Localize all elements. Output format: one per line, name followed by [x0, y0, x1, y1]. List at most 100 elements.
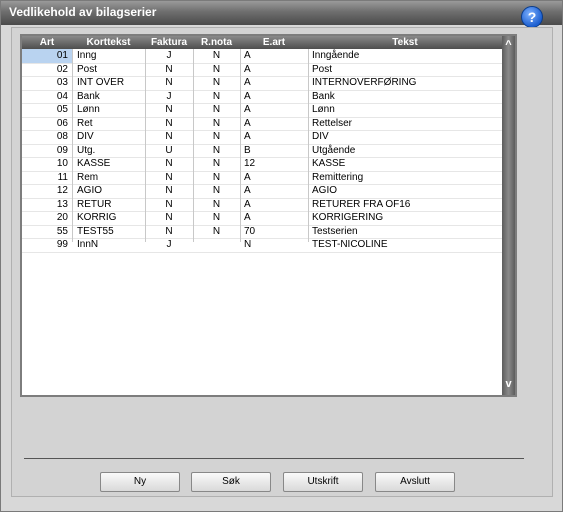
cell-art: 99: [56, 239, 68, 250]
table-row[interactable]: 04 Bank J N A Bank: [22, 90, 502, 104]
cell-rnota: N: [212, 90, 221, 102]
cell-eart: 12: [244, 158, 256, 169]
column-header-tekst[interactable]: Tekst: [308, 36, 502, 49]
table-row[interactable]: 06 Ret N N A Rettelser: [22, 117, 502, 131]
cell-art: 13: [56, 198, 68, 210]
cell-tekst: Testserien: [312, 225, 358, 237]
cell-tekst: KASSE: [312, 158, 346, 169]
cell-eart: A: [244, 104, 251, 115]
table-row[interactable]: 09 Utg. U N B Utgående: [22, 144, 502, 158]
table-row[interactable]: 01 Inng J N A Inngående: [22, 49, 502, 63]
window: Vedlikehold av bilagserier ? Art Korttek…: [0, 0, 563, 512]
column-header-korttekst[interactable]: Korttekst: [72, 36, 145, 49]
print-button[interactable]: Utskrift: [283, 472, 363, 492]
table-row[interactable]: 02 Post N N A Post: [22, 63, 502, 77]
cell-art: 09: [56, 144, 68, 156]
close-button[interactable]: Avslutt: [375, 472, 455, 492]
column-divider: [193, 49, 194, 242]
table-row[interactable]: 20 KORRIG N N A KORRIGERING: [22, 211, 502, 225]
scroll-up-icon[interactable]: ^: [502, 38, 515, 52]
table-row[interactable]: 12 AGIO N N A AGIO: [22, 184, 502, 198]
cell-tekst: DIV: [312, 131, 329, 142]
table-row[interactable]: 03 INT OVER N N A INTERNOVERFØRING: [22, 76, 502, 90]
cell-korttekst: TEST55: [77, 225, 114, 237]
cell-eart: A: [244, 90, 251, 102]
cell-art: 08: [56, 131, 68, 142]
cell-tekst: Post: [312, 63, 333, 75]
divider: [24, 458, 524, 459]
cell-faktura: N: [165, 77, 173, 88]
cell-eart: A: [244, 171, 251, 183]
cell-art: 04: [56, 90, 68, 102]
cell-eart: A: [244, 63, 251, 75]
cell-korttekst: RETUR: [77, 198, 112, 210]
vertical-scrollbar[interactable]: ^ v: [502, 36, 515, 395]
table-row[interactable]: 08 DIV N N A DIV: [22, 130, 502, 144]
cell-faktura: J: [166, 239, 172, 250]
help-icon[interactable]: ?: [521, 6, 543, 28]
main-panel: Art Korttekst Faktura R.nota E.art Tekst…: [11, 27, 553, 497]
cell-tekst: Rettelser: [312, 117, 353, 129]
cell-eart: A: [244, 50, 251, 61]
cell-korttekst: Inng: [77, 50, 97, 61]
cell-eart: B: [244, 144, 251, 156]
column-divider: [308, 49, 309, 242]
cell-tekst: Bank: [312, 90, 335, 102]
cell-rnota: N: [212, 77, 221, 88]
cell-korttekst: Utg.: [77, 144, 96, 156]
cell-rnota: N: [212, 158, 221, 169]
cell-art: 20: [56, 212, 68, 223]
column-header-rnota[interactable]: R.nota: [193, 36, 240, 49]
table-row[interactable]: 05 Lønn N N A Lønn: [22, 103, 502, 117]
column-header-eart[interactable]: E.art: [240, 36, 308, 49]
new-button[interactable]: Ny: [100, 472, 180, 492]
cell-eart: A: [244, 77, 251, 88]
cell-korttekst: Rem: [77, 171, 99, 183]
cell-tekst: AGIO: [312, 185, 338, 196]
title-bar: Vedlikehold av bilagserier ?: [1, 1, 562, 28]
search-button[interactable]: Søk: [191, 472, 271, 492]
cell-tekst: Remittering: [312, 171, 364, 183]
cell-rnota: N: [212, 198, 221, 210]
cell-rnota: N: [212, 225, 221, 237]
table-row[interactable]: 55 TEST55 N N 70 Testserien: [22, 225, 502, 239]
cell-faktura: J: [166, 90, 172, 102]
cell-tekst: Lønn: [312, 104, 335, 115]
cell-rnota: [193, 238, 240, 252]
table-row[interactable]: 99 InnN J N TEST-NICOLINE: [22, 238, 502, 252]
cell-faktura: U: [165, 144, 173, 156]
table-row[interactable]: 10 KASSE N N 12 KASSE: [22, 157, 502, 171]
cell-faktura: N: [165, 158, 173, 169]
cell-korttekst: DIV: [77, 131, 94, 142]
cell-korttekst: Post: [77, 63, 98, 75]
cell-tekst: KORRIGERING: [312, 212, 384, 223]
cell-eart: N: [244, 239, 252, 250]
series-table: Art Korttekst Faktura R.nota E.art Tekst…: [20, 34, 517, 397]
cell-eart: A: [244, 131, 251, 142]
cell-rnota: N: [212, 212, 221, 223]
column-header-faktura[interactable]: Faktura: [145, 36, 193, 49]
cell-faktura: N: [165, 225, 173, 237]
cell-art: 05: [56, 104, 68, 115]
cell-faktura: N: [165, 117, 173, 129]
cell-eart: A: [244, 212, 251, 223]
cell-faktura: N: [165, 185, 173, 196]
cell-rnota: N: [212, 50, 221, 61]
cell-art: 01: [22, 49, 72, 63]
cell-rnota: N: [212, 185, 221, 196]
cell-eart: A: [244, 117, 251, 129]
cell-rnota: N: [212, 171, 221, 183]
cell-art: 11: [57, 171, 68, 183]
scroll-down-icon[interactable]: v: [502, 377, 515, 391]
cell-art: 55: [56, 225, 68, 237]
cell-faktura: N: [165, 212, 173, 223]
cell-korttekst: Lønn: [77, 104, 100, 115]
cell-tekst: TEST-NICOLINE: [312, 239, 388, 250]
table-row[interactable]: 13 RETUR N N A RETURER FRA OF16: [22, 198, 502, 212]
column-header-art[interactable]: Art: [22, 36, 72, 49]
cell-rnota: N: [212, 63, 221, 75]
column-divider: [145, 49, 146, 242]
cell-rnota: N: [212, 117, 221, 129]
cell-tekst: RETURER FRA OF16: [312, 198, 411, 210]
table-row[interactable]: 11 Rem N N A Remittering: [22, 171, 502, 185]
